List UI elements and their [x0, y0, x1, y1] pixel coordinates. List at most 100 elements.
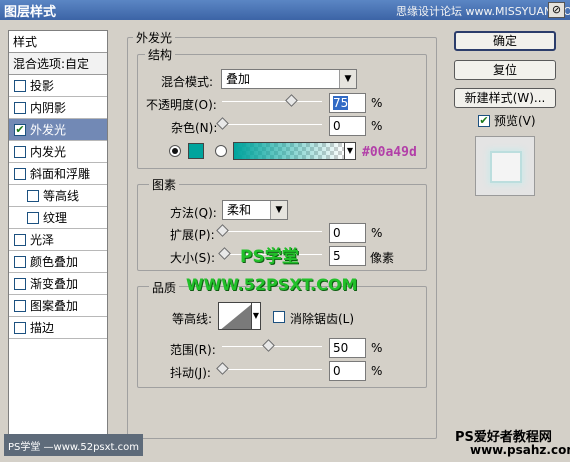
preview-glow-square	[490, 151, 522, 183]
style-list-item[interactable]: 描边	[9, 317, 107, 339]
opacity-value: 75	[333, 96, 349, 110]
watermark-bottom-left: PS学堂 —www.52psxt.com	[4, 434, 144, 456]
glow-color-swatch[interactable]	[188, 143, 204, 159]
range-percent: %	[371, 341, 383, 355]
method-select[interactable]: 柔和 ▼	[222, 200, 288, 220]
style-list-item[interactable]: 等高线	[9, 185, 107, 207]
anti-alias-checkbox[interactable]	[273, 311, 285, 323]
noise-percent: %	[371, 119, 383, 133]
style-list-item[interactable]: ✔ 外发光	[9, 119, 107, 141]
opacity-label: 不透明度(O):	[146, 98, 217, 112]
method-value: 柔和	[227, 203, 252, 217]
contour-chevron-down-icon[interactable]: ▼	[251, 302, 261, 330]
style-item-label: 颜色叠加	[30, 255, 79, 269]
glow-gradient-picker[interactable]	[233, 142, 345, 160]
style-list-item[interactable]: 纹理	[9, 207, 107, 229]
solid-color-radio[interactable]	[169, 145, 181, 157]
ok-button[interactable]: 确定	[454, 31, 556, 51]
blend-mode-label: 混合模式:	[161, 75, 214, 89]
jitter-label: 抖动(J):	[170, 366, 211, 380]
blend-options-item[interactable]: 混合选项:自定	[9, 53, 107, 75]
gradient-chevron-down-icon[interactable]: ▼	[344, 142, 356, 160]
spread-slider[interactable]	[222, 231, 322, 232]
title-bar: 图层样式 思缘设计论坛 www.MISSYUAN.COM ⊘	[0, 0, 570, 20]
watermark-site-url: WWW.52PSXT.COM	[186, 275, 358, 294]
noise-label: 杂色(N):	[171, 121, 218, 135]
size-pixels: 像素	[370, 251, 395, 265]
preview-option[interactable]: ✔ 预览(V)	[478, 112, 536, 129]
range-input[interactable]: 50	[329, 338, 366, 358]
quality-title: 品质	[149, 279, 180, 296]
window-title: 图层样式	[4, 5, 57, 20]
elements-title: 图素	[149, 176, 180, 193]
preview-checkbox[interactable]: ✔	[478, 114, 490, 127]
style-item-label: 斜面和浮雕	[30, 167, 91, 181]
style-checkbox[interactable]	[14, 145, 26, 158]
style-list-item[interactable]: 光泽	[9, 229, 107, 251]
opacity-percent: %	[371, 96, 383, 110]
opacity-input[interactable]: 75	[329, 93, 366, 113]
style-item-label: 内发光	[30, 145, 67, 159]
preview-label: 预览(V)	[494, 114, 536, 128]
style-item-label: 渐变叠加	[30, 277, 79, 291]
style-item-label: 光泽	[30, 233, 55, 247]
size-label: 大小(S):	[170, 251, 216, 265]
style-checkbox[interactable]	[14, 255, 26, 268]
close-button[interactable]: ⊘	[548, 2, 565, 18]
range-label: 范围(R):	[170, 343, 216, 357]
blend-mode-select[interactable]: 叠加 ▼	[221, 69, 357, 89]
spread-label: 扩展(P):	[170, 228, 215, 242]
style-item-label: 纹理	[43, 211, 68, 225]
style-checkbox[interactable]	[14, 321, 26, 334]
style-checkbox[interactable]	[14, 299, 26, 312]
style-checkbox[interactable]	[14, 101, 26, 114]
style-list-header[interactable]: 样式	[9, 31, 107, 53]
style-checkbox[interactable]	[14, 79, 26, 92]
style-item-label: 投影	[30, 79, 55, 93]
style-item-label: 等高线	[43, 189, 80, 203]
style-list-item[interactable]: 内阴影	[9, 97, 107, 119]
gradient-radio[interactable]	[215, 145, 227, 157]
method-chevron-down-icon: ▼	[270, 201, 287, 219]
style-item-label: 内阴影	[30, 101, 67, 115]
contour-label: 等高线:	[172, 312, 213, 326]
anti-alias-label: 消除锯齿(L)	[290, 312, 355, 326]
style-checkbox[interactable]	[14, 167, 26, 180]
preview-thumbnail	[475, 136, 535, 196]
style-list-item[interactable]: 渐变叠加	[9, 273, 107, 295]
style-checkbox[interactable]: ✔	[14, 123, 26, 136]
contour-picker[interactable]	[218, 302, 252, 330]
spread-input[interactable]: 0	[329, 223, 366, 243]
style-list-item[interactable]: 内发光	[9, 141, 107, 163]
style-checkbox[interactable]	[14, 233, 26, 246]
style-list: 样式 混合选项:自定 投影内阴影 ✔ 外发光内发光斜面和浮雕等高线纹理光泽颜色叠加渐…	[8, 30, 108, 442]
style-item-label: 描边	[30, 321, 55, 335]
style-list-item[interactable]: 图案叠加	[9, 295, 107, 317]
structure-title: 结构	[145, 46, 176, 63]
style-checkbox[interactable]	[27, 211, 39, 224]
size-input[interactable]: 5	[329, 246, 366, 266]
style-list-item[interactable]: 斜面和浮雕	[9, 163, 107, 185]
noise-input[interactable]: 0	[329, 116, 366, 136]
jitter-slider[interactable]	[222, 369, 322, 370]
style-item-label: 外发光	[30, 123, 67, 137]
jitter-percent: %	[371, 364, 383, 378]
new-style-button[interactable]: 新建样式(W)...	[454, 88, 556, 108]
contour-curve-icon	[221, 304, 251, 329]
style-list-item[interactable]: 颜色叠加	[9, 251, 107, 273]
opacity-slider[interactable]	[222, 101, 322, 102]
style-list-item[interactable]: 投影	[9, 75, 107, 97]
method-label: 方法(Q):	[170, 206, 217, 220]
watermark-top: 思缘设计论坛 www.MISSYUAN.COM	[396, 5, 570, 18]
jitter-input[interactable]: 0	[329, 361, 366, 381]
spread-percent: %	[371, 226, 383, 240]
style-items: 投影内阴影 ✔ 外发光内发光斜面和浮雕等高线纹理光泽颜色叠加渐变叠加图案叠加描边	[9, 75, 107, 339]
noise-slider[interactable]	[222, 124, 322, 125]
reset-button[interactable]: 复位	[454, 60, 556, 80]
style-checkbox[interactable]	[27, 189, 39, 202]
style-checkbox[interactable]	[14, 277, 26, 290]
blend-mode-value: 叠加	[226, 72, 251, 86]
outer-glow-title: 外发光	[133, 29, 176, 46]
chevron-down-icon: ▼	[339, 70, 356, 88]
watermark-bottom-url: www.psahz.com	[470, 443, 570, 457]
